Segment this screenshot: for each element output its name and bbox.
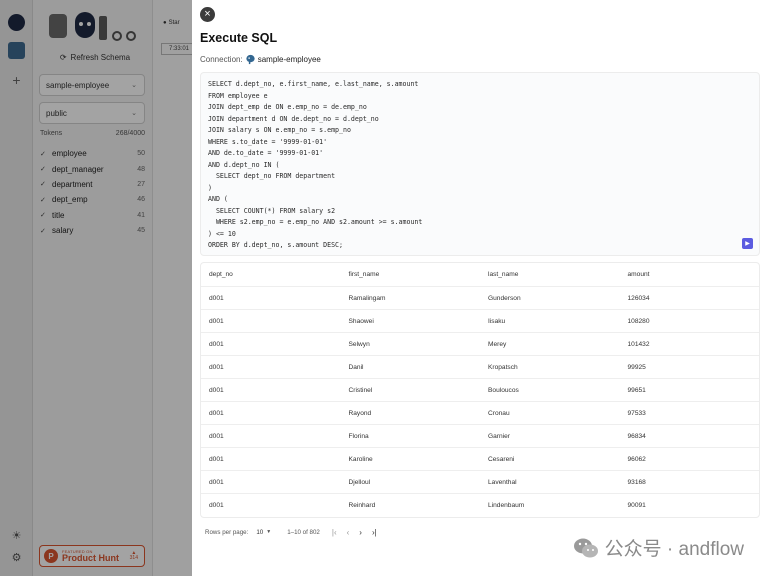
table-row: d001 Selwyn Merey 101432 (201, 333, 759, 356)
sql-line: AND de.to_date = '9999-01-01' (208, 149, 324, 157)
table-cell: Garnier (488, 432, 510, 440)
table-cell: d001 (209, 455, 224, 463)
table-cell: 93168 (627, 478, 646, 486)
execute-sql-drawer: × Execute SQL Connection: sample-employe… (192, 0, 768, 576)
table-cell: Florina (348, 432, 369, 440)
table-header-row: dept_no first_name last_name amount (201, 263, 759, 287)
sql-line: WHERE s.to_date = '9999-01-01' (208, 137, 328, 146)
sql-line: JOIN dept_emp de ON e.emp_no = de.emp_no (208, 103, 367, 111)
page-range: 1–10 of 802 (287, 528, 320, 536)
table-cell: Danil (348, 363, 364, 371)
table-row: d001 Rayond Cronau 97533 (201, 402, 759, 425)
column-header[interactable]: amount (620, 271, 760, 278)
table-cell: Shaowei (348, 317, 374, 325)
sql-line: ) (208, 183, 212, 192)
table-cell: d001 (209, 478, 224, 486)
chevron-down-icon: ▼ (266, 529, 272, 535)
sql-line: ORDER BY d.dept_no, s.amount DESC; (208, 241, 343, 249)
rows-per-page-select[interactable]: 10 (256, 529, 263, 536)
wechat-watermark: 公众号 · andflow (573, 534, 744, 561)
sql-line: WHERE s2.emp_no = e.emp_no AND s2.amount… (208, 218, 423, 226)
table-cell: Selwyn (348, 340, 370, 348)
run-query-button[interactable]: ▶ (742, 238, 753, 249)
close-button[interactable]: × (200, 7, 215, 22)
table-cell: Bouloucos (488, 386, 519, 394)
table-cell: d001 (209, 294, 224, 302)
table-row: d001 Shaowei Iisaku 108280 (201, 310, 759, 333)
table-cell: 99925 (627, 363, 646, 371)
table-cell: 126034 (627, 294, 650, 302)
table-cell: 108280 (627, 317, 650, 325)
table-cell: Laventhal (488, 478, 517, 486)
table-pagination: Rows per page: 10 ▼ 1–10 of 802 |‹ ‹ › ›… (205, 527, 377, 537)
table-cell: d001 (209, 432, 224, 440)
table-cell: d001 (209, 409, 224, 417)
table-cell: 97533 (627, 409, 646, 417)
sql-line: AND d.dept_no IN ( (208, 160, 280, 169)
table-cell: d001 (209, 386, 224, 394)
table-cell: Kropatsch (488, 363, 518, 371)
table-cell: 96062 (627, 455, 646, 463)
sql-line: AND ( (208, 195, 228, 203)
table-cell: Merey (488, 340, 507, 348)
sql-line: JOIN salary s ON e.emp_no = s.emp_no (208, 126, 351, 134)
table-cell: Cristinel (348, 386, 373, 394)
table-cell: d001 (209, 363, 224, 371)
sql-line: ) <= 10 (208, 229, 236, 238)
column-header[interactable]: first_name (341, 271, 481, 278)
table-cell: d001 (209, 340, 224, 348)
table-cell: 99651 (627, 386, 646, 394)
sql-line: JOIN department d ON de.dept_no = d.dept… (208, 114, 379, 123)
first-page-icon[interactable]: |‹ (332, 528, 337, 537)
table-cell: Reinhard (348, 502, 376, 509)
table-cell: Iisaku (488, 317, 506, 325)
table-cell: Lindenbaum (488, 502, 525, 509)
table-row: d001 Ramalingam Gunderson 126034 (201, 287, 759, 310)
sql-line: FROM employee e (208, 91, 268, 100)
column-header[interactable]: last_name (480, 271, 620, 278)
table-cell: d001 (209, 502, 224, 509)
table-row: d001 Cristinel Bouloucos 99651 (201, 379, 759, 402)
close-icon: × (204, 8, 211, 20)
table-row: d001 Reinhard Lindenbaum 90091 (201, 494, 759, 517)
play-icon: ▶ (745, 241, 750, 247)
table-cell: Gunderson (488, 294, 521, 302)
table-cell: Karoline (348, 455, 373, 463)
table-cell: 90091 (627, 502, 646, 509)
table-cell: 96834 (627, 432, 646, 440)
table-cell: d001 (209, 317, 224, 325)
table-cell: Ramalingam (348, 294, 386, 302)
sql-editor[interactable]: SELECT d.dept_no, e.first_name, e.last_n… (200, 72, 760, 256)
table-cell: Cronau (488, 409, 510, 417)
column-header[interactable]: dept_no (201, 271, 341, 278)
connection-info: Connection: sample-employee (200, 54, 321, 65)
postgresql-icon (246, 54, 255, 65)
table-row: d001 Karoline Cesareni 96062 (201, 448, 759, 471)
table-row: d001 Danil Kropatsch 99925 (201, 356, 759, 379)
next-page-icon[interactable]: › (359, 528, 362, 537)
table-row: d001 Florina Garnier 96834 (201, 425, 759, 448)
table-cell: Rayond (348, 409, 372, 417)
results-table: dept_no first_name last_name amount d001… (200, 262, 760, 518)
table-cell: Djelloul (348, 478, 371, 486)
table-row: d001 Djelloul Laventhal 93168 (201, 471, 759, 494)
wechat-icon (573, 538, 598, 557)
last-page-icon[interactable]: ›| (372, 528, 377, 537)
table-cell: 101432 (627, 340, 650, 348)
table-cell: Cesareni (488, 455, 515, 463)
sql-line: SELECT COUNT(*) FROM salary s2 (208, 206, 336, 215)
prev-page-icon[interactable]: ‹ (347, 528, 350, 537)
sql-line: SELECT d.dept_no, e.first_name, e.last_n… (208, 80, 419, 88)
drawer-title: Execute SQL (200, 31, 278, 45)
sql-line: SELECT dept_no FROM department (208, 172, 336, 180)
